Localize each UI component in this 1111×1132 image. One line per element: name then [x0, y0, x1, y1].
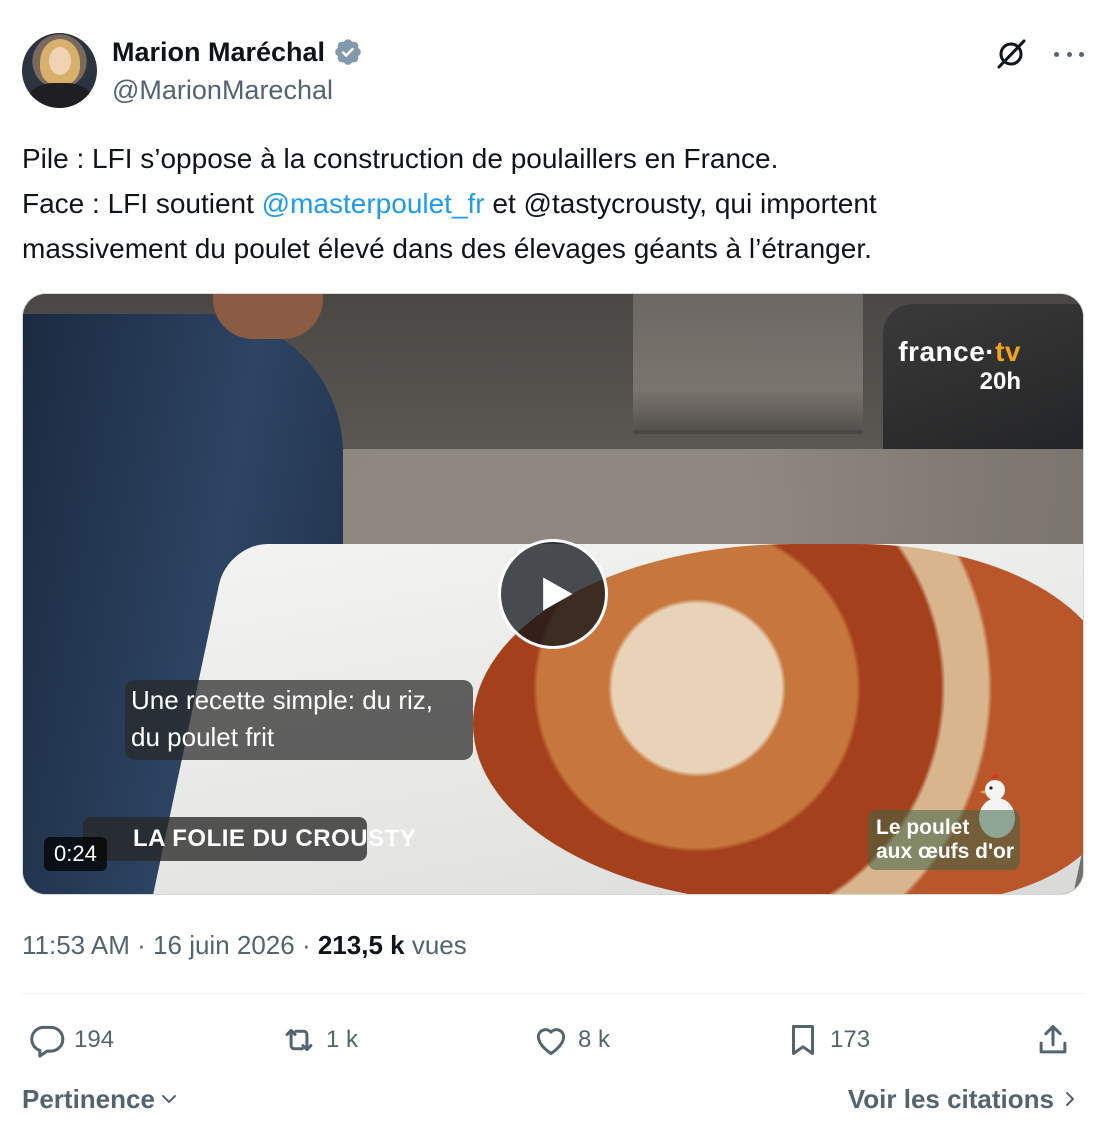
views-count: 213,5 k — [317, 930, 405, 960]
channel-logo-name: france·tv — [898, 336, 1021, 368]
heart-icon — [536, 1028, 566, 1055]
reply-button[interactable]: 194 — [28, 1017, 114, 1063]
video-duration-badge: 0:24 — [44, 837, 107, 871]
tweet-line-3: massivement du poulet élevé dans des éle… — [22, 233, 872, 264]
tweet-line-2-suffix: et @tastycrousty, qui importent — [484, 188, 877, 219]
play-icon — [543, 577, 573, 611]
channel-logo-part1: france — [898, 336, 986, 367]
video-subtitle-line-2: du poulet frit — [131, 722, 275, 752]
channel-logo-part2: tv — [995, 336, 1021, 367]
avatar-body — [28, 83, 92, 108]
name-row: Marion Maréchal — [112, 35, 363, 69]
video-subtitle: Une recette simple: du riz, du poulet fr… — [125, 680, 473, 760]
view-quotes-label: Voir les citations — [847, 1084, 1054, 1114]
repost-count: 1 k — [326, 1026, 359, 1053]
avatar-face — [49, 47, 71, 75]
video-corner-label-line-2: aux œufs d'or — [876, 840, 1014, 863]
verified-badge-icon[interactable] — [333, 37, 363, 67]
like-count: 8 k — [578, 1026, 611, 1053]
tweet-date[interactable]: 16 juin 2026 — [153, 930, 295, 960]
channel-logo-sub: 20h — [979, 368, 1021, 395]
more-icon[interactable] — [1054, 39, 1084, 69]
grok-icon[interactable] — [994, 37, 1028, 71]
reply-count: 194 — [74, 1026, 115, 1053]
header-actions — [994, 37, 1084, 71]
tweet-meta: 11:53 AM · 16 juin 2026 · 213,5 k vues — [22, 928, 467, 962]
play-button[interactable] — [498, 539, 608, 649]
chevron-down-icon — [161, 1095, 176, 1103]
user-handle[interactable]: @MarionMarechal — [112, 73, 333, 107]
replies-footer: Pertinence Voir les citations — [22, 1080, 1084, 1120]
bookmark-icon — [791, 1025, 815, 1055]
tweet-header: Marion Maréchal @MarionMarechal — [22, 33, 1088, 113]
avatar[interactable] — [22, 33, 97, 108]
action-bar: 194 1 k 8 k 173 — [22, 1017, 1084, 1063]
video-corner-label-line-1: Le poulet — [876, 816, 970, 839]
tweet-text: Pile : LFI s’oppose à la construction de… — [22, 136, 1088, 271]
video-corner-label: Le poulet aux œufs d'or — [868, 810, 1020, 870]
view-quotes-link[interactable]: Voir les citations — [848, 1080, 1080, 1118]
video-player[interactable]: france·tv 20h Une recette simple: du riz… — [22, 293, 1084, 895]
sort-dropdown[interactable]: Pertinence — [22, 1080, 179, 1118]
video-scene-bin — [633, 294, 863, 434]
sort-label: Pertinence — [22, 1084, 155, 1114]
repost-button[interactable]: 1 k — [280, 1017, 358, 1063]
channel-logo-dot: · — [985, 336, 996, 367]
meta-separator: · — [129, 930, 154, 960]
tweet-time[interactable]: 11:53 AM — [22, 930, 130, 960]
display-name[interactable]: Marion Maréchal — [112, 35, 325, 69]
video-subtitle-line-1: Une recette simple: du riz, — [131, 685, 434, 715]
mention-link[interactable]: @masterpoulet_fr — [262, 188, 485, 219]
channel-logo: france·tv 20h — [898, 336, 1021, 396]
share-button[interactable] — [1034, 1017, 1072, 1063]
views-label: vues — [404, 930, 467, 960]
chevron-right-icon — [1066, 1092, 1074, 1106]
share-icon — [1039, 1025, 1067, 1054]
reply-icon — [30, 1025, 65, 1058]
meta-separator-2: · — [294, 930, 318, 960]
repost-icon — [285, 1028, 313, 1052]
video-banner-label: LA FOLIE DU CROUSTY — [83, 817, 416, 861]
bookmark-count: 173 — [830, 1026, 871, 1053]
tweet-line-2: Face : LFI soutient @masterpoulet_fr et … — [22, 181, 1088, 226]
tweet-line-2-prefix: Face : LFI soutient — [22, 188, 262, 219]
divider — [22, 993, 1084, 994]
like-button[interactable]: 8 k — [532, 1017, 610, 1063]
tweet-line-1: Pile : LFI s’oppose à la construction de… — [22, 143, 779, 174]
bookmark-button[interactable]: 173 — [784, 1017, 870, 1063]
